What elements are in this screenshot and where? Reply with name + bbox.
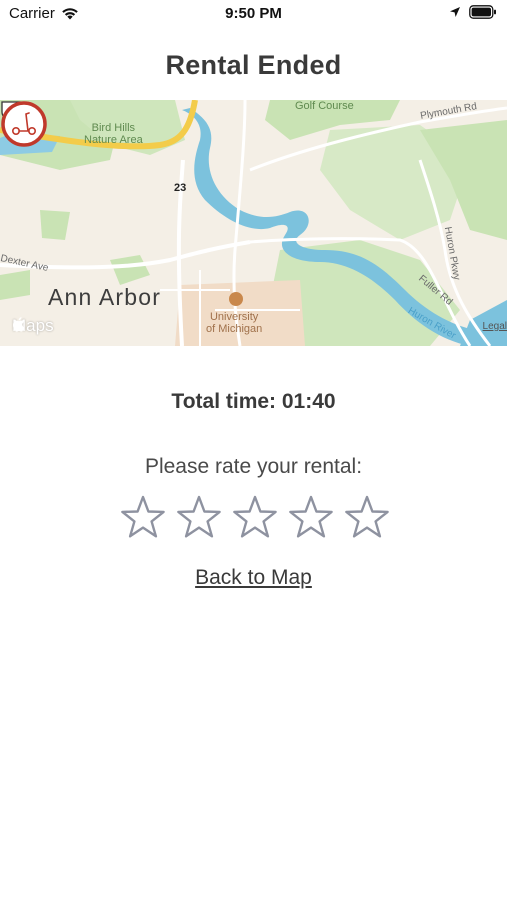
apple-logo-icon [12,317,25,332]
map-label-route: 23 [174,182,187,194]
map-label-bird-hills-line1: Bird Hills [91,122,136,134]
map-label-golf-course: Golf Course [295,100,354,112]
map-label-bird-hills-line2: Nature Area [84,134,143,146]
status-bar: Carrier 9:50 PM [0,0,507,28]
map-view[interactable]: Golf Course Plymouth Rd Bird Hills Natur… [0,100,507,346]
map-label-university-line2: of Michigan [206,323,263,335]
page-title: Rental Ended [165,50,342,80]
map-label-city: Ann Arbor [48,284,162,310]
map-label-university-line1: University [209,311,259,323]
location-arrow-icon [450,7,460,17]
star-icon-3[interactable] [232,494,278,540]
total-time-label: Total time: 01:40 [171,390,336,413]
star-icon-1[interactable] [120,494,166,540]
map-label-bird-hills: Bird Hills Nature Area [84,122,143,146]
map-label-university: University of Michigan [206,311,262,335]
scooter-icon[interactable] [0,100,48,148]
back-to-map-link[interactable]: Back to Map [195,566,312,589]
back-to-map-container: Back to Map [0,566,507,590]
star-icon-2[interactable] [176,494,222,540]
star-icon-4[interactable] [288,494,334,540]
star-icon-5[interactable] [344,494,390,540]
star-rating [120,494,390,542]
maps-brand: Maps [12,316,54,336]
legal-link[interactable]: Legal [483,321,507,332]
rate-prompt: Please rate your rental: [144,455,363,478]
battery-icon [469,5,496,19]
university-icon [229,292,243,306]
status-time: 9:50 PM [225,5,282,22]
status-right [449,5,497,19]
